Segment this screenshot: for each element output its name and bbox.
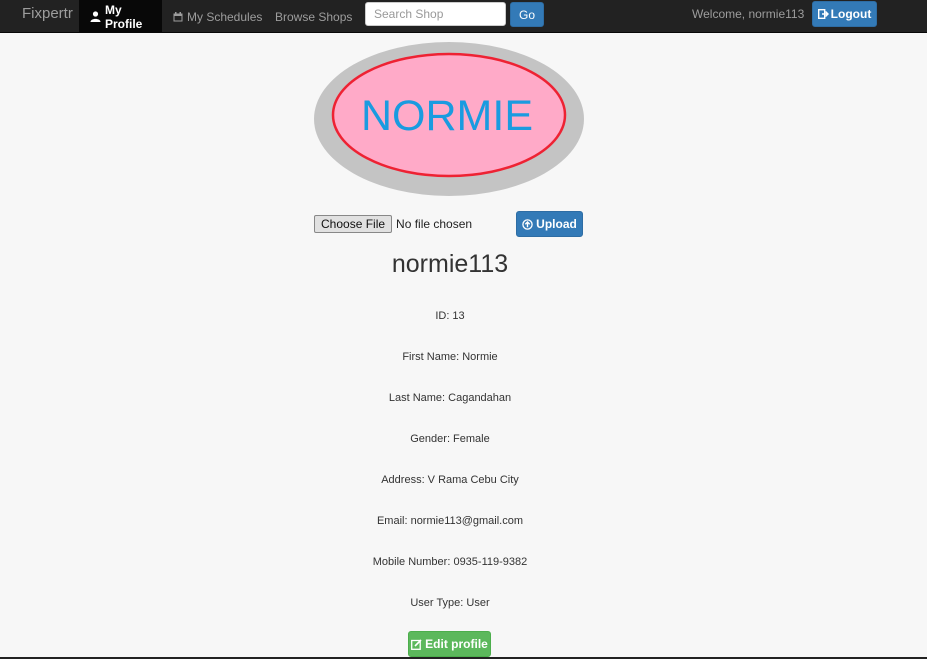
search-go-button[interactable]: Go: [510, 2, 544, 27]
logout-button[interactable]: Logout: [812, 1, 877, 27]
edit-profile-label: Edit profile: [425, 637, 488, 651]
choose-file-button[interactable]: Choose File: [314, 215, 393, 233]
upload-button[interactable]: Upload: [516, 211, 583, 237]
profile-mobile: Mobile Number: 0935-119-9382: [372, 556, 528, 568]
top-navbar: Fixpertr My Profile My Schedules Browse …: [0, 0, 927, 33]
brand-link[interactable]: Fixpertr: [22, 5, 73, 22]
logout-label: Logout: [830, 7, 872, 21]
file-chooser: Choose File No file chosen: [314, 215, 472, 233]
profile-gender: Gender: Female: [410, 433, 490, 445]
profile-address: Address: V Rama Cebu City: [381, 474, 519, 486]
profile-first-name: First Name: Normie: [402, 351, 498, 363]
nav-browse-shops[interactable]: Browse Shops: [275, 0, 352, 33]
nav-my-schedules-label: My Schedules: [187, 9, 263, 24]
upload-label: Upload: [536, 217, 577, 231]
file-status: No file chosen: [396, 217, 473, 231]
nav-my-profile-label: My Profile: [105, 2, 143, 31]
calendar-icon: [173, 11, 183, 22]
profile-avatar: NORMIE: [313, 42, 585, 197]
nav-browse-shops-label: Browse Shops: [275, 9, 353, 24]
nav-my-profile[interactable]: My Profile: [79, 0, 162, 33]
welcome-text: Welcome, normie113: [692, 7, 805, 21]
profile-user-type: User Type: User: [410, 597, 490, 609]
logout-icon: [817, 9, 829, 19]
user-icon: [90, 11, 101, 22]
profile-id: ID: 13: [435, 310, 465, 322]
profile-last-name: Last Name: Cagandahan: [388, 392, 512, 404]
nav-my-schedules[interactable]: My Schedules: [173, 0, 262, 33]
search-input[interactable]: [365, 2, 506, 26]
edit-profile-button[interactable]: Edit profile: [408, 631, 491, 657]
upload-icon: [522, 218, 533, 230]
avatar-text: NORMIE: [361, 92, 533, 140]
edit-icon: [411, 638, 422, 650]
profile-email: Email: normie113@gmail.com: [376, 515, 524, 527]
profile-username: normie113: [391, 250, 509, 278]
search-go-label: Go: [518, 7, 535, 22]
